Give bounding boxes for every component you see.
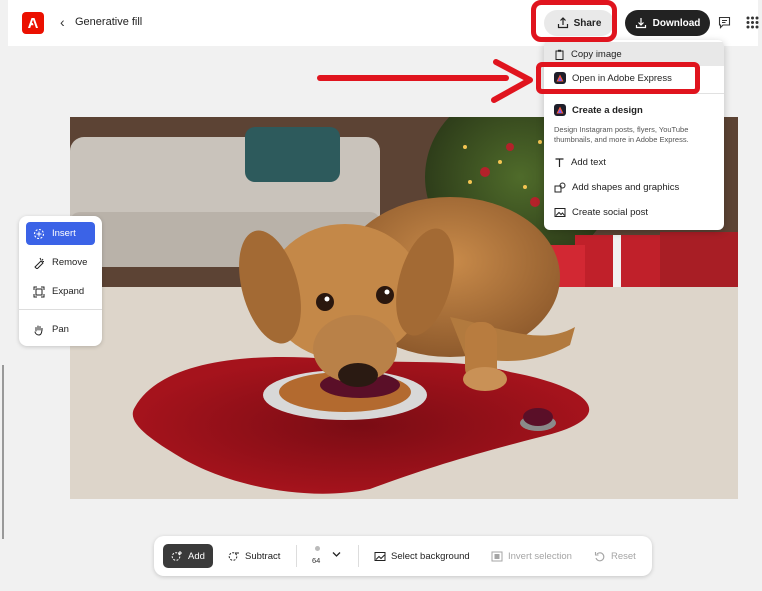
annotation-circle-share bbox=[531, 0, 617, 42]
invert-selection-button[interactable]: Invert selection bbox=[491, 544, 572, 568]
add-brush-icon bbox=[171, 551, 182, 561]
shapes-icon bbox=[554, 182, 566, 192]
toolbar-divider bbox=[358, 545, 359, 567]
expand-icon bbox=[33, 286, 45, 297]
menu-item-add-text[interactable]: Add text bbox=[544, 150, 724, 174]
select-background-icon bbox=[374, 551, 386, 561]
invert-selection-label: Invert selection bbox=[508, 550, 572, 562]
page-title: Generative fill bbox=[75, 16, 143, 28]
tool-insert-label: Insert bbox=[52, 228, 76, 239]
tool-remove-label: Remove bbox=[52, 257, 88, 268]
tool-pan[interactable]: Pan bbox=[26, 318, 95, 341]
tool-expand-label: Expand bbox=[52, 286, 85, 297]
subtract-button[interactable]: Subtract bbox=[228, 544, 280, 568]
select-background-label: Select background bbox=[391, 550, 470, 562]
clipboard-icon bbox=[555, 49, 564, 60]
tool-pan-label: Pan bbox=[52, 324, 69, 335]
image-icon bbox=[554, 207, 566, 217]
window-edge-line bbox=[2, 365, 4, 539]
brush-size-chevron-down-icon[interactable] bbox=[332, 551, 341, 558]
menu-item-add-shapes[interactable]: Add shapes and graphics bbox=[544, 175, 724, 199]
menu-item-social-post[interactable]: Create social post bbox=[544, 200, 724, 224]
hand-icon bbox=[34, 325, 43, 336]
download-button[interactable]: Download bbox=[625, 10, 710, 36]
menu-add-text-label: Add text bbox=[571, 156, 606, 168]
menu-add-shapes-label: Add shapes and graphics bbox=[572, 181, 680, 193]
add-button-label: Add bbox=[188, 550, 205, 562]
menu-copy-image-label: Copy image bbox=[571, 48, 622, 60]
annotation-box-express bbox=[536, 62, 700, 94]
menu-create-design-label: Create a design bbox=[572, 104, 643, 116]
add-button[interactable]: Add bbox=[163, 544, 213, 568]
annotation-arrow-icon bbox=[317, 59, 533, 103]
download-button-label: Download bbox=[652, 17, 701, 29]
bottom-toolbar: Add Subtract 64 Select background Invert… bbox=[154, 536, 652, 576]
adobe-logo-icon[interactable] bbox=[22, 12, 44, 34]
toolbar-divider bbox=[296, 545, 297, 567]
left-tool-panel: Insert Remove Expand Pan bbox=[19, 216, 102, 346]
subtract-button-label: Subtract bbox=[245, 550, 281, 562]
invert-selection-icon bbox=[491, 551, 503, 561]
subtract-brush-icon bbox=[228, 552, 239, 561]
reset-icon bbox=[594, 551, 605, 561]
tool-divider bbox=[19, 309, 102, 310]
tool-insert[interactable]: Insert bbox=[26, 222, 95, 245]
back-chevron-icon[interactable]: ‹ bbox=[60, 14, 65, 30]
remove-icon bbox=[34, 257, 44, 269]
download-icon bbox=[635, 18, 646, 29]
adobe-express-icon bbox=[554, 104, 566, 116]
tool-expand[interactable]: Expand bbox=[26, 280, 95, 303]
select-background-button[interactable]: Select background bbox=[374, 544, 470, 568]
tool-remove[interactable]: Remove bbox=[26, 251, 95, 274]
reset-label: Reset bbox=[611, 550, 636, 562]
text-icon bbox=[555, 157, 564, 167]
reset-button[interactable]: Reset bbox=[594, 544, 636, 568]
comment-icon[interactable] bbox=[718, 16, 731, 29]
menu-create-design[interactable]: Create a design bbox=[554, 104, 643, 116]
brush-size-dot-icon bbox=[315, 546, 320, 551]
insert-icon bbox=[33, 228, 45, 239]
menu-create-design-description: Design Instagram posts, flyers, YouTube … bbox=[554, 125, 689, 144]
menu-social-post-label: Create social post bbox=[572, 206, 649, 218]
brush-size-value: 64 bbox=[312, 556, 321, 565]
apps-grid-icon[interactable] bbox=[746, 16, 759, 29]
